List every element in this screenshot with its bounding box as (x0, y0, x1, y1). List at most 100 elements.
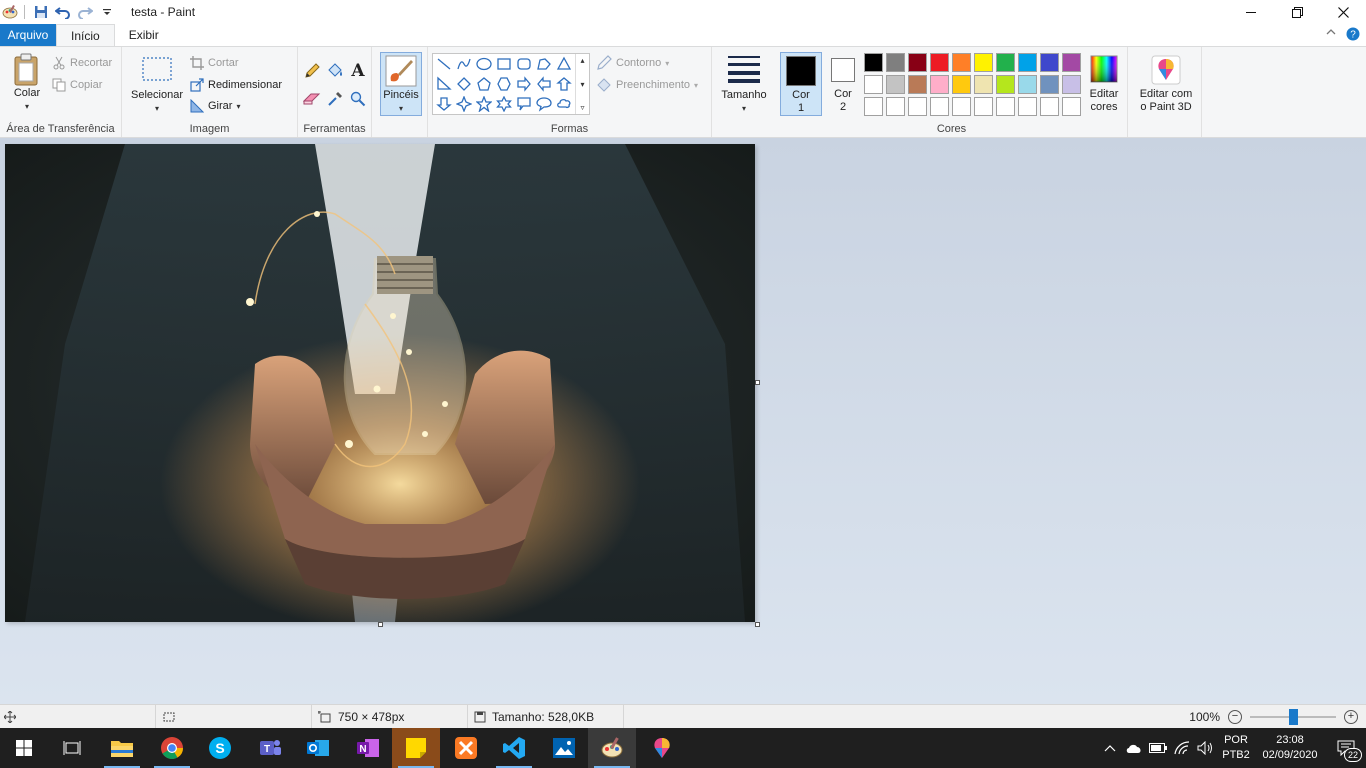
down-arrow-shape-icon[interactable] (434, 94, 454, 114)
cut-button[interactable]: Recortar (52, 54, 112, 72)
pentagon-shape-icon[interactable] (474, 74, 494, 94)
rectangular-callout-shape-icon[interactable] (514, 94, 534, 114)
palette-swatch[interactable] (974, 97, 993, 116)
palette-swatch[interactable] (908, 97, 927, 116)
taskbar-sticky-notes[interactable] (392, 728, 440, 768)
size-button[interactable]: Tamanho ▾ (716, 55, 772, 115)
color2-button[interactable]: Cor 2 (824, 52, 862, 116)
palette-swatch[interactable] (1062, 53, 1081, 72)
rotate-button[interactable]: Girar ▾ (190, 97, 240, 115)
zoom-slider-thumb[interactable] (1289, 708, 1298, 725)
undo-icon[interactable] (53, 2, 73, 22)
zoom-in-button[interactable]: + (1344, 709, 1358, 724)
chevron-up-icon[interactable]: ▴ (580, 56, 584, 65)
resize-handle-bottom[interactable] (378, 622, 383, 627)
rectangle-shape-icon[interactable] (494, 54, 514, 74)
taskbar-paint3d[interactable] (638, 728, 686, 768)
palette-swatch[interactable] (952, 75, 971, 94)
input-language-indicator[interactable]: POR PTB2 (1218, 733, 1254, 763)
resize-handle-right[interactable] (755, 380, 760, 385)
tab-view[interactable]: Exibir (115, 24, 173, 46)
palette-swatch[interactable] (908, 53, 927, 72)
taskbar-vscode[interactable] (490, 728, 538, 768)
paint-app-icon[interactable] (2, 4, 18, 20)
select-button[interactable]: Selecionar ▾ (128, 55, 186, 115)
palette-swatch[interactable] (908, 75, 927, 94)
volume-tray-icon[interactable] (1194, 728, 1218, 768)
palette-swatch[interactable] (1018, 97, 1037, 116)
eraser-icon[interactable] (302, 89, 322, 109)
hexagon-shape-icon[interactable] (494, 74, 514, 94)
palette-swatch[interactable] (864, 75, 883, 94)
help-icon[interactable]: ? (1346, 27, 1360, 44)
line-shape-icon[interactable] (434, 54, 454, 74)
start-button[interactable] (0, 728, 48, 768)
color1-button[interactable]: Cor 1 (780, 52, 822, 116)
palette-swatch[interactable] (864, 97, 883, 116)
palette-swatch[interactable] (996, 75, 1015, 94)
palette-swatch[interactable] (952, 53, 971, 72)
action-center-button[interactable]: 22 (1326, 728, 1366, 768)
copy-button[interactable]: Copiar (52, 76, 102, 94)
expand-gallery-icon[interactable]: ▿ (580, 103, 584, 112)
show-hidden-icons-button[interactable] (1098, 728, 1122, 768)
edit-colors-button[interactable]: Editar cores (1084, 55, 1124, 114)
right-arrow-shape-icon[interactable] (514, 74, 534, 94)
battery-tray-icon[interactable] (1146, 728, 1170, 768)
taskbar-paint[interactable] (588, 728, 636, 768)
palette-swatch[interactable] (886, 53, 905, 72)
palette-swatch[interactable] (930, 75, 949, 94)
chevron-down-icon[interactable]: ▾ (580, 80, 584, 89)
palette-swatch[interactable] (930, 53, 949, 72)
triangle-shape-icon[interactable] (554, 54, 574, 74)
resize-handle-corner[interactable] (755, 622, 760, 627)
close-button[interactable] (1320, 0, 1366, 24)
palette-swatch[interactable] (996, 53, 1015, 72)
tab-home[interactable]: Início (56, 24, 115, 46)
outline-button[interactable]: Contorno ▾ (596, 54, 669, 72)
pencil-icon[interactable] (302, 61, 322, 81)
palette-swatch[interactable] (952, 97, 971, 116)
clock[interactable]: 23:08 02/09/2020 (1254, 733, 1326, 763)
text-tool-icon[interactable]: A (348, 61, 368, 81)
paste-button[interactable]: Colar ▾ (8, 53, 46, 113)
wifi-tray-icon[interactable] (1170, 728, 1194, 768)
palette-swatch[interactable] (974, 75, 993, 94)
onedrive-tray-icon[interactable] (1122, 728, 1146, 768)
right-triangle-shape-icon[interactable] (434, 74, 454, 94)
zoom-out-button[interactable]: − (1228, 709, 1242, 724)
taskbar-xampp[interactable] (442, 728, 490, 768)
fill-bucket-icon[interactable] (325, 61, 345, 81)
palette-swatch[interactable] (1040, 53, 1059, 72)
taskbar-skype[interactable]: S (196, 728, 244, 768)
color-picker-icon[interactable] (325, 89, 345, 109)
canvas-workspace[interactable] (0, 138, 1366, 704)
shapes-scroll[interactable]: ▴ ▾ ▿ (575, 54, 589, 114)
fill-button[interactable]: Preenchimento ▾ (596, 76, 698, 94)
four-point-star-shape-icon[interactable] (454, 94, 474, 114)
minimize-ribbon-icon[interactable] (1326, 27, 1336, 44)
task-view-button[interactable] (48, 728, 96, 768)
six-point-star-shape-icon[interactable] (494, 94, 514, 114)
five-point-star-shape-icon[interactable] (474, 94, 494, 114)
zoom-slider[interactable] (1250, 708, 1336, 725)
taskbar-chrome[interactable] (148, 728, 196, 768)
left-arrow-shape-icon[interactable] (534, 74, 554, 94)
brushes-button[interactable]: Pincéis ▾ (380, 52, 422, 116)
taskbar-file-explorer[interactable] (98, 728, 146, 768)
curve-shape-icon[interactable] (454, 54, 474, 74)
edit-with-paint3d-button[interactable]: Editar com o Paint 3D (1132, 55, 1200, 114)
oval-shape-icon[interactable] (474, 54, 494, 74)
palette-swatch[interactable] (886, 97, 905, 116)
polygon-shape-icon[interactable] (534, 54, 554, 74)
taskbar-photos[interactable] (540, 728, 588, 768)
palette-swatch[interactable] (864, 53, 883, 72)
palette-swatch[interactable] (1040, 75, 1059, 94)
resize-button[interactable]: Redimensionar (190, 76, 282, 94)
customize-quick-access-icon[interactable] (97, 2, 117, 22)
palette-swatch[interactable] (1062, 75, 1081, 94)
rounded-rectangle-shape-icon[interactable] (514, 54, 534, 74)
palette-swatch[interactable] (974, 53, 993, 72)
palette-swatch[interactable] (1040, 97, 1059, 116)
tab-file[interactable]: Arquivo (0, 24, 56, 46)
